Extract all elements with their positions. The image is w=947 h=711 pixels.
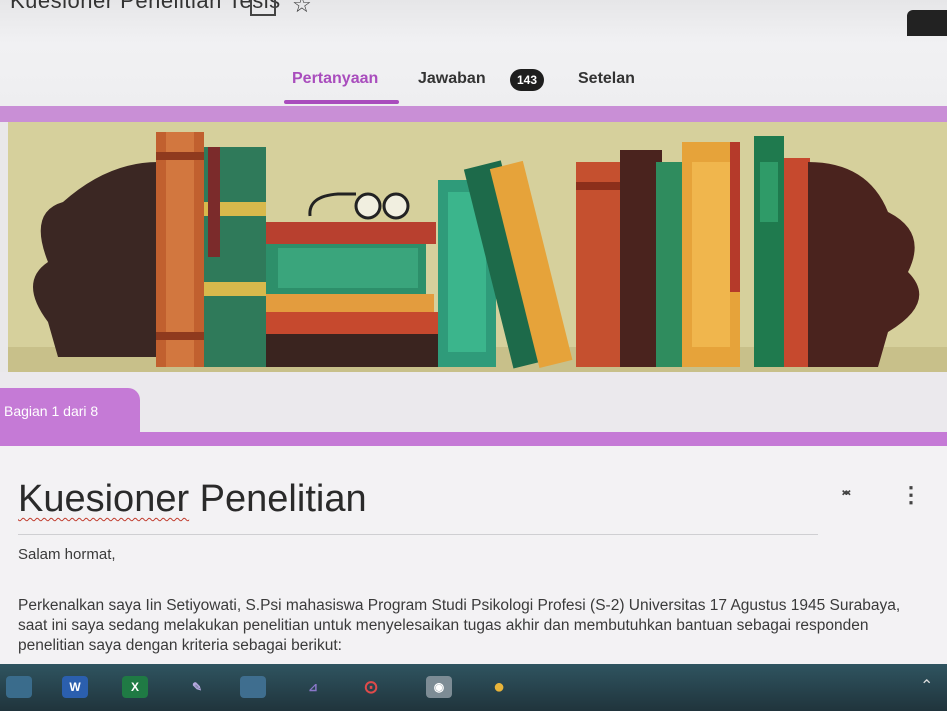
book-icon — [266, 312, 438, 334]
form-title[interactable]: Kuesioner Penelitian — [18, 478, 367, 521]
top-right-control — [907, 10, 947, 36]
file-explorer-icon[interactable] — [6, 676, 32, 698]
title-divider — [18, 534, 818, 535]
more-options-icon[interactable]: ⋮ — [900, 484, 922, 506]
sticky-notes-icon[interactable] — [240, 676, 266, 698]
section-accent-bar — [0, 432, 947, 446]
document-title[interactable]: Kuesioner Penelitian Tesis — [10, 0, 281, 14]
tab-questions[interactable]: Pertanyaan — [292, 70, 378, 88]
form-title-rest: Penelitian — [189, 478, 367, 520]
book-icon — [208, 147, 220, 257]
form-title-first-word: Kuesioner — [18, 478, 190, 520]
book-icon — [266, 222, 436, 244]
book-icon — [576, 162, 620, 367]
media-player-icon[interactable]: ⊙ — [358, 676, 384, 698]
theme-accent-bar — [0, 106, 947, 122]
form-tabs: Pertanyaan Jawaban Setelan — [0, 70, 947, 100]
glasses-icon — [354, 192, 382, 220]
tab-responses[interactable]: Jawaban — [418, 70, 486, 88]
tab-settings[interactable]: Setelan — [578, 70, 635, 88]
book-icon — [620, 150, 662, 367]
book-icon — [784, 158, 810, 367]
word-icon[interactable]: W — [62, 676, 88, 698]
folder-icon[interactable] — [250, 0, 276, 16]
responses-count-badge: 143 — [510, 69, 544, 91]
star-icon[interactable]: ☆ — [292, 0, 312, 18]
book-icon — [266, 334, 438, 367]
form-description[interactable]: Perkenalkan saya Iin Setiyowati, S.Psi m… — [18, 596, 918, 656]
chevron-up-icon[interactable]: ⌃ — [920, 676, 933, 696]
paint-icon[interactable]: ✎ — [184, 676, 210, 698]
collapse-section-icon[interactable]: ⌄ ⌃ — [838, 479, 855, 509]
snipping-tool-icon[interactable]: ⊿ — [300, 676, 326, 698]
header-banner-image — [8, 122, 947, 372]
chrome-icon[interactable]: ● — [486, 676, 512, 698]
active-tab-indicator — [284, 100, 399, 104]
camera-icon[interactable]: ◉ — [426, 676, 452, 698]
book-icon — [656, 162, 682, 367]
book-icon — [266, 294, 434, 312]
excel-icon[interactable]: X — [122, 676, 148, 698]
form-greeting[interactable]: Salam hormat, — [18, 546, 116, 563]
section-indicator: Bagian 1 dari 8 — [0, 388, 140, 434]
